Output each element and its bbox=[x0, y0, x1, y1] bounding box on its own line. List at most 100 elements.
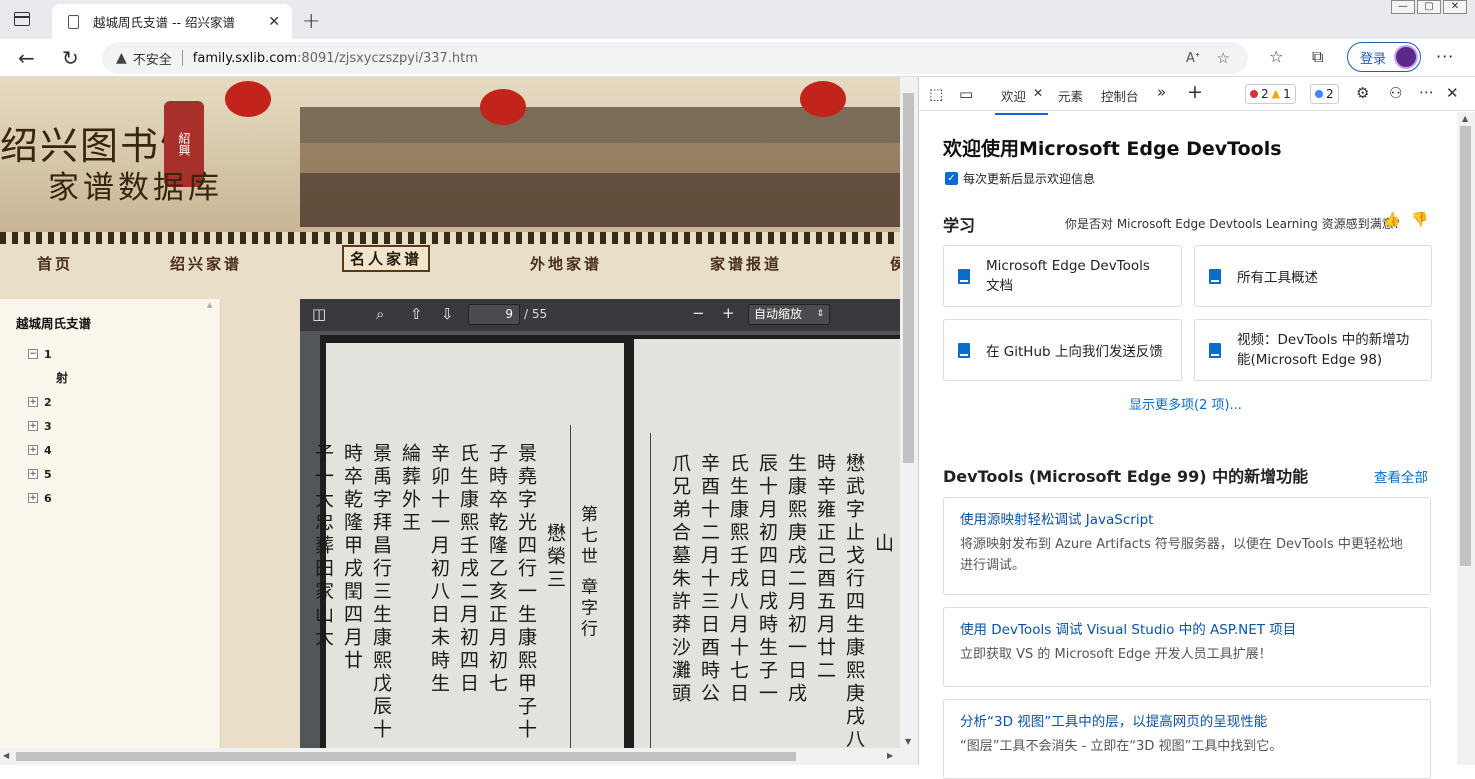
back-arrow-icon[interactable]: ← bbox=[18, 46, 35, 70]
expand-icon[interactable]: + bbox=[28, 397, 38, 407]
tab-welcome[interactable]: 欢迎 bbox=[994, 86, 1049, 115]
url-path[interactable]: :8091/zjsxyczszpyi/337.htm bbox=[297, 51, 478, 66]
collections-icon[interactable]: ⧉ bbox=[1312, 47, 1323, 67]
card-video[interactable]: 视频：DevTools 中的新增功能(Microsoft Edge 98) bbox=[1194, 319, 1432, 381]
show-welcome-checkbox[interactable]: ✓ 每次更新后显示欢迎信息 bbox=[945, 170, 1095, 187]
tree-node[interactable]: +4 bbox=[16, 438, 220, 462]
news-title[interactable]: 使用源映射轻松调试 JavaScript bbox=[960, 508, 1414, 528]
warning-count: 1 bbox=[1283, 87, 1291, 101]
browser-tab[interactable]: 越城周氏支谱 -- 绍兴家谱 ✕ bbox=[52, 4, 292, 39]
scroll-up-icon[interactable]: ▲ bbox=[1462, 114, 1468, 123]
info-count: 2 bbox=[1326, 87, 1334, 101]
login-button[interactable]: 登录 bbox=[1347, 42, 1421, 72]
tree-node[interactable]: +3 bbox=[16, 414, 220, 438]
menu-item-shaoxing[interactable]: 绍兴家谱 bbox=[170, 253, 242, 274]
more-menu-icon[interactable]: ··· bbox=[1436, 47, 1454, 66]
browser-toolbar: ← ↻ ▲ 不安全 family.sxlib.com:8091/zjsxyczs… bbox=[0, 39, 1475, 77]
add-favorite-icon[interactable]: ☆ bbox=[1217, 49, 1230, 67]
page-vertical-scrollbar[interactable]: ▼ bbox=[900, 77, 918, 748]
card-tools-overview[interactable]: 所有工具概述 bbox=[1194, 245, 1432, 307]
settings-gear-icon[interactable]: ⚙ bbox=[1356, 84, 1369, 102]
zoom-select[interactable]: 自动缩放 ⇕ bbox=[748, 304, 830, 325]
view-all-link[interactable]: 查看全部 bbox=[1374, 466, 1428, 486]
tree-node-label: 1 bbox=[44, 347, 52, 361]
lantern-icon bbox=[480, 89, 526, 125]
news-title[interactable]: 使用 DevTools 调试 Visual Studio 中的 ASP.NET … bbox=[960, 618, 1414, 638]
checkbox-checked-icon[interactable]: ✓ bbox=[945, 172, 958, 185]
tree-node[interactable]: +5 bbox=[16, 462, 220, 486]
read-aloud-icon[interactable]: Aᐩ bbox=[1186, 51, 1200, 66]
scroll-right-icon[interactable]: ▶ bbox=[887, 751, 893, 760]
security-label[interactable]: 不安全 bbox=[133, 49, 172, 68]
page-horizontal-scrollbar[interactable]: ◀ ▶ bbox=[0, 748, 918, 765]
menu-item-other[interactable]: 外地家谱 bbox=[530, 253, 602, 274]
add-tab-icon[interactable]: + bbox=[1187, 81, 1203, 103]
scroll-left-icon[interactable]: ◀ bbox=[3, 751, 9, 760]
expand-icon[interactable]: + bbox=[28, 445, 38, 455]
favorites-icon[interactable]: ☆ bbox=[1269, 47, 1283, 66]
sidebar-toggle-icon[interactable]: ◫ bbox=[312, 305, 326, 323]
card-docs[interactable]: Microsoft Edge DevTools 文档 bbox=[943, 245, 1182, 307]
thumbs-up-icon[interactable]: 👍 bbox=[1383, 212, 1400, 228]
scan-text-column: 生康熙庚戌二月初一日戌 bbox=[785, 453, 807, 706]
genealogy-tree: 越城周氏支谱 −1 射 +2 +3 +4 +5 +6 bbox=[0, 299, 221, 765]
address-bar[interactable]: ▲ 不安全 family.sxlib.com:8091/zjsxyczszpyi… bbox=[102, 42, 1248, 74]
menu-item-home[interactable]: 首页 bbox=[37, 253, 73, 274]
tree-node[interactable]: +2 bbox=[16, 390, 220, 414]
card-github-feedback[interactable]: 在 GitHub 上向我们发送反馈 bbox=[943, 319, 1182, 381]
close-window-button[interactable]: ✕ bbox=[1443, 0, 1467, 14]
show-more-link[interactable]: 显示更多项(2 项)... bbox=[1129, 394, 1242, 413]
tab-close-icon[interactable]: ✕ bbox=[268, 14, 280, 30]
menu-item-celebrity[interactable]: 名人家谱 bbox=[342, 245, 431, 272]
warning-icon[interactable]: ▲ bbox=[116, 50, 127, 66]
tree-node[interactable]: −1 bbox=[16, 342, 220, 366]
thumbs-down-icon[interactable]: 👎 bbox=[1411, 212, 1428, 228]
inspect-icon[interactable]: ⬚ bbox=[929, 85, 943, 103]
scroll-thumb[interactable] bbox=[903, 93, 914, 463]
news-item[interactable]: 使用源映射轻松调试 JavaScript 将源映射发布到 Azure Artifa… bbox=[943, 497, 1431, 595]
previous-page-icon[interactable]: ⇧ bbox=[410, 305, 423, 323]
tab-close-icon[interactable]: ✕ bbox=[1033, 86, 1043, 100]
devtools-scrollbar[interactable]: ▲ bbox=[1457, 112, 1475, 765]
info-badge[interactable]: 2 bbox=[1310, 84, 1339, 104]
restore-button[interactable]: ▢ bbox=[1417, 0, 1441, 14]
expand-icon[interactable]: + bbox=[28, 421, 38, 431]
tab-console[interactable]: 控制台 bbox=[1101, 86, 1139, 105]
tab-actions-icon[interactable] bbox=[14, 12, 30, 26]
page-number-input[interactable]: 9 bbox=[468, 304, 520, 325]
page-rule bbox=[570, 425, 571, 765]
tree-scrollbar[interactable] bbox=[205, 301, 219, 761]
tree-node-label: 6 bbox=[44, 491, 52, 505]
error-count: 2 bbox=[1261, 87, 1269, 101]
minimize-button[interactable]: — bbox=[1391, 0, 1415, 14]
tree-child[interactable]: 射 bbox=[16, 366, 220, 390]
book-icon bbox=[1209, 268, 1221, 284]
tree-root[interactable]: 越城周氏支谱 bbox=[16, 313, 220, 332]
news-title[interactable]: 分析“3D 视图”工具中的层，以提高网页的呈现性能 bbox=[960, 710, 1414, 730]
issues-badge[interactable]: 2 ▲ 1 bbox=[1245, 84, 1296, 104]
search-icon[interactable]: ⌕ bbox=[376, 305, 384, 323]
news-item[interactable]: 使用 DevTools 调试 Visual Studio 中的 ASP.NET … bbox=[943, 607, 1431, 687]
more-options-icon[interactable]: ⋯ bbox=[1419, 83, 1434, 101]
expand-icon[interactable]: + bbox=[28, 493, 38, 503]
scroll-thumb[interactable] bbox=[16, 752, 796, 761]
feedback-icon[interactable]: ⚇ bbox=[1389, 84, 1402, 102]
tab-elements[interactable]: 元素 bbox=[1058, 86, 1083, 105]
scroll-thumb[interactable] bbox=[1460, 126, 1471, 566]
menu-item-news[interactable]: 家谱报道 bbox=[710, 253, 782, 274]
scroll-down-icon[interactable]: ▼ bbox=[905, 737, 911, 746]
news-item[interactable]: 分析“3D 视图”工具中的层，以提高网页的呈现性能 “图层”工具不会消失 - 立即… bbox=[943, 699, 1431, 779]
site-banner: 绍兴图书馆 紹興 家谱数据库 bbox=[0, 77, 900, 235]
more-tabs-icon[interactable]: » bbox=[1157, 83, 1166, 101]
device-emulation-icon[interactable]: ▭ bbox=[959, 85, 973, 103]
collapse-icon[interactable]: − bbox=[28, 349, 38, 359]
new-tab-button[interactable]: + bbox=[302, 9, 320, 34]
close-devtools-icon[interactable]: ✕ bbox=[1446, 84, 1459, 102]
zoom-in-icon[interactable]: + bbox=[722, 304, 735, 322]
zoom-out-icon[interactable]: − bbox=[692, 304, 705, 322]
tree-node[interactable]: +6 bbox=[16, 486, 220, 510]
expand-icon[interactable]: + bbox=[28, 469, 38, 479]
next-page-icon[interactable]: ⇩ bbox=[441, 305, 454, 323]
url-host[interactable]: family.sxlib.com bbox=[193, 51, 297, 66]
refresh-icon[interactable]: ↻ bbox=[62, 46, 79, 70]
